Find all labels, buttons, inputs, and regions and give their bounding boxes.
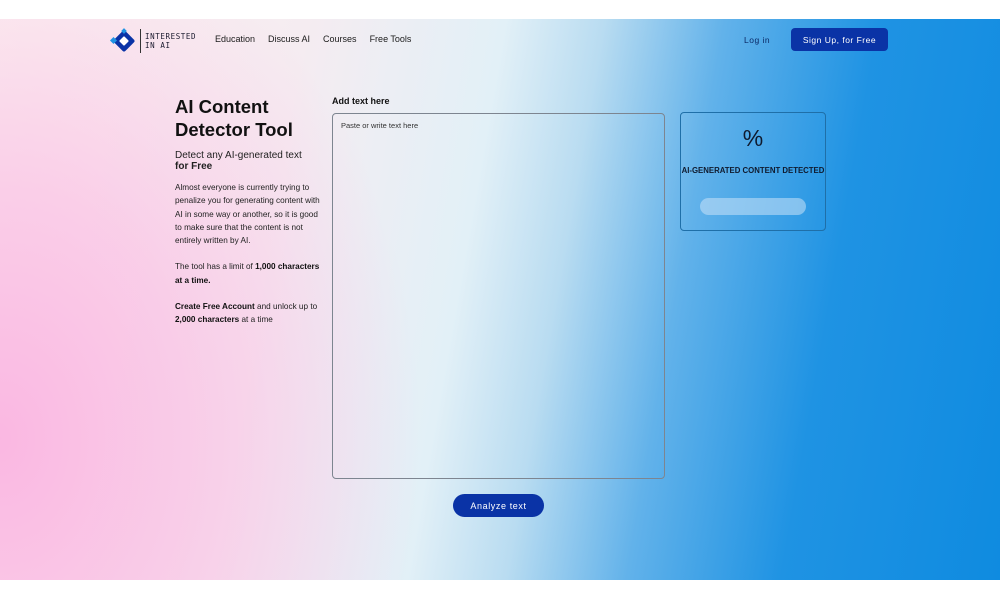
signup-button[interactable]: Sign Up, for Free — [791, 28, 888, 51]
nav-links: Education Discuss AI Courses Free Tools — [215, 34, 411, 44]
page-subtitle: Detect any AI-generated text for Free — [175, 150, 325, 172]
analyze-button[interactable]: Analyze text — [453, 494, 544, 517]
nav-link-free-tools[interactable]: Free Tools — [370, 34, 412, 44]
logo-text-line2: IN AI — [145, 41, 171, 50]
result-progress-bar — [700, 198, 806, 215]
page-title: AI Content Detector Tool — [175, 96, 293, 140]
text-input-label: Add text here — [332, 96, 390, 106]
limit-prefix: The tool has a limit of — [175, 262, 256, 272]
intro-panel: AI Content Detector Tool Detect any AI-g… — [175, 95, 325, 327]
subtitle-text: Detect any AI-generated text — [175, 150, 302, 161]
top-navigation: INTERESTED IN AI Education Discuss AI Co… — [0, 19, 1000, 61]
result-card: % AI-GENERATED CONTENT DETECTED — [680, 112, 826, 231]
subtitle-bold: for Free — [175, 161, 213, 172]
logo-text: INTERESTED IN AI — [145, 32, 196, 50]
account-limit: 2,000 characters — [175, 315, 240, 325]
page-background: INTERESTED IN AI Education Discuss AI Co… — [0, 19, 1000, 580]
account-note: Create Free Account and unlock up to 2,0… — [175, 300, 325, 327]
percent-value: % — [742, 125, 764, 151]
limit-note: The tool has a limit of 1,000 characters… — [175, 260, 325, 287]
account-mid: and unlock up to — [254, 302, 318, 312]
logo-mark-icon — [110, 28, 135, 52]
logo[interactable]: INTERESTED IN AI — [110, 27, 202, 55]
create-account-link[interactable]: Create Free Account — [175, 302, 255, 311]
intro-description: Almost everyone is currently trying to p… — [175, 183, 320, 246]
nav-link-education[interactable]: Education — [215, 34, 255, 44]
nav-link-courses[interactable]: Courses — [323, 34, 357, 44]
account-suffix: at a time — [239, 315, 273, 325]
result-label: AI-GENERATED CONTENT DETECTED — [681, 166, 825, 175]
login-link[interactable]: Log in — [744, 35, 770, 45]
nav-link-discuss-ai[interactable]: Discuss AI — [268, 34, 310, 44]
logo-divider — [140, 29, 141, 53]
logo-text-line1: INTERESTED — [145, 32, 197, 41]
text-input-area[interactable] — [332, 113, 665, 479]
